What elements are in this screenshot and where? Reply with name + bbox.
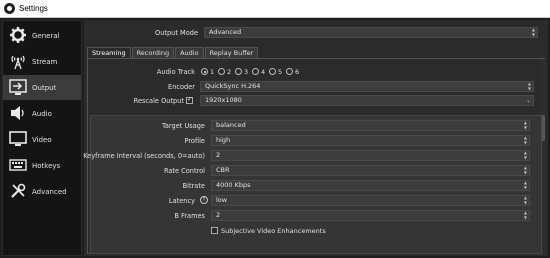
bitrate-value: 4000 Kbps bbox=[216, 181, 251, 189]
help-icon[interactable]: ? bbox=[200, 196, 208, 204]
spin-arrows-icon: ▲ ▼ bbox=[523, 150, 527, 160]
audio-track-label: Audio Track bbox=[156, 68, 195, 76]
b-frames-value: 2 bbox=[216, 211, 221, 219]
spin-arrows-icon: ▲ ▼ bbox=[523, 135, 527, 145]
spin-arrows-icon: ▲ ▼ bbox=[523, 195, 527, 205]
sidebar-item-label: Advanced bbox=[32, 187, 67, 196]
rescale-resolution-value: 1920x1080 bbox=[205, 96, 242, 104]
output-settings-panel: Output Mode Advanced ▲ ▼ Streaming Record… bbox=[83, 20, 548, 256]
sidebar-item-advanced[interactable]: Advanced bbox=[3, 179, 81, 204]
output-mode-label: Output Mode bbox=[155, 29, 198, 37]
b-frames-label: B Frames bbox=[174, 212, 205, 220]
window-title: Settings bbox=[19, 4, 48, 13]
monitor-out-icon bbox=[9, 79, 27, 95]
audio-track-radio-1[interactable] bbox=[201, 68, 208, 75]
sidebar-item-label: Hotkeys bbox=[32, 161, 61, 170]
profile-label: Profile bbox=[184, 137, 205, 145]
rescale-resolution-select[interactable]: 1920x1080 ⌄ bbox=[200, 95, 534, 106]
spin-arrows-icon: ▲ ▼ bbox=[523, 165, 527, 175]
audio-track-option: 3 bbox=[244, 68, 249, 76]
audio-track-option: 4 bbox=[261, 68, 266, 76]
subjective-video-enhancements-label: Subjective Video Enhancements bbox=[221, 227, 326, 235]
rescale-output-label: Rescale Output bbox=[133, 97, 184, 105]
sidebar-item-label: Stream bbox=[32, 57, 58, 66]
audio-track-option: 1 bbox=[210, 68, 215, 76]
latency-label: Latency bbox=[168, 197, 195, 205]
rate-control-label: Rate Control bbox=[163, 167, 205, 175]
audio-track-radio-6[interactable] bbox=[286, 68, 293, 75]
latency-value: low bbox=[216, 196, 228, 204]
spin-arrows-icon: ▲ ▼ bbox=[527, 81, 531, 91]
speaker-icon bbox=[11, 106, 24, 120]
encoder-value: QuickSync H.264 bbox=[205, 82, 261, 90]
sidebar-item-hotkeys[interactable]: Hotkeys bbox=[3, 153, 81, 178]
b-frames-spinbox[interactable]: 2 ▲ ▼ bbox=[211, 210, 530, 221]
sidebar-item-general[interactable]: General bbox=[3, 23, 81, 48]
keyframe-interval-value: 2 bbox=[216, 151, 221, 159]
chevron-down-icon: ⌄ bbox=[525, 97, 531, 104]
sidebar-item-label: General bbox=[32, 31, 60, 40]
target-usage-select[interactable]: balanced ▲ ▼ bbox=[211, 120, 530, 131]
keyframe-interval-label: Keyframe Interval (seconds, 0=auto) bbox=[83, 152, 205, 160]
audio-track-radio-5[interactable] bbox=[269, 68, 276, 75]
display-icon bbox=[9, 131, 27, 146]
antenna-icon bbox=[11, 55, 25, 70]
title-bar: Settings bbox=[0, 0, 550, 18]
rescale-output-checkbox[interactable] bbox=[186, 96, 193, 104]
bitrate-label: Bitrate bbox=[182, 182, 205, 190]
subjective-video-enhancements-checkbox[interactable] bbox=[211, 227, 218, 234]
rate-control-select[interactable]: CBR ▲ ▼ bbox=[211, 165, 530, 176]
bitrate-spinbox[interactable]: 4000 Kbps ▲ ▼ bbox=[211, 180, 530, 191]
audio-track-option: 2 bbox=[227, 68, 232, 76]
audio-track-option: 6 bbox=[295, 68, 300, 76]
sidebar-item-audio[interactable]: Audio bbox=[3, 101, 81, 126]
spin-arrows-icon: ▲ ▼ bbox=[523, 180, 527, 190]
sidebar-item-label: Audio bbox=[32, 109, 52, 118]
profile-select[interactable]: high ▲ ▼ bbox=[211, 135, 530, 146]
settings-sidebar: General Stream Output Audio Video Hotkey… bbox=[2, 20, 82, 256]
spin-arrows-icon: ▲ ▼ bbox=[523, 120, 527, 130]
sidebar-item-stream[interactable]: Stream bbox=[3, 49, 81, 74]
spin-arrows-icon: ▲ ▼ bbox=[531, 27, 535, 37]
encoder-select[interactable]: QuickSync H.264 ▲ ▼ bbox=[200, 81, 534, 92]
sidebar-item-label: Video bbox=[32, 135, 52, 144]
latency-select[interactable]: low ▲ ▼ bbox=[211, 195, 530, 206]
target-usage-value: balanced bbox=[216, 121, 246, 129]
encoder-settings-panel: Target Usage balanced ▲ ▼ Profile high ▲ ▼… bbox=[83, 115, 542, 254]
rate-control-value: CBR bbox=[216, 166, 230, 174]
audio-track-radio-4[interactable] bbox=[252, 68, 259, 75]
keyframe-interval-spinbox[interactable]: 2 ▲ ▼ bbox=[211, 150, 530, 161]
sidebar-item-label: Output bbox=[32, 83, 57, 92]
encoder-label: Encoder bbox=[168, 83, 195, 91]
target-usage-label: Target Usage bbox=[161, 122, 205, 130]
audio-track-radio-2[interactable] bbox=[218, 68, 225, 75]
audio-track-radio-3[interactable] bbox=[235, 68, 242, 75]
output-mode-select[interactable]: Advanced ▲ ▼ bbox=[204, 27, 538, 38]
output-mode-value: Advanced bbox=[209, 28, 242, 36]
sidebar-item-video[interactable]: Video bbox=[3, 127, 81, 152]
gear-icon bbox=[10, 27, 26, 43]
audio-track-option: 5 bbox=[278, 68, 283, 76]
tools-icon bbox=[11, 183, 26, 198]
obs-logo-icon bbox=[4, 3, 15, 14]
sidebar-item-output[interactable]: Output bbox=[3, 75, 81, 100]
profile-value: high bbox=[216, 136, 231, 144]
keyboard-icon bbox=[9, 159, 27, 171]
spin-arrows-icon: ▲ ▼ bbox=[523, 210, 527, 220]
